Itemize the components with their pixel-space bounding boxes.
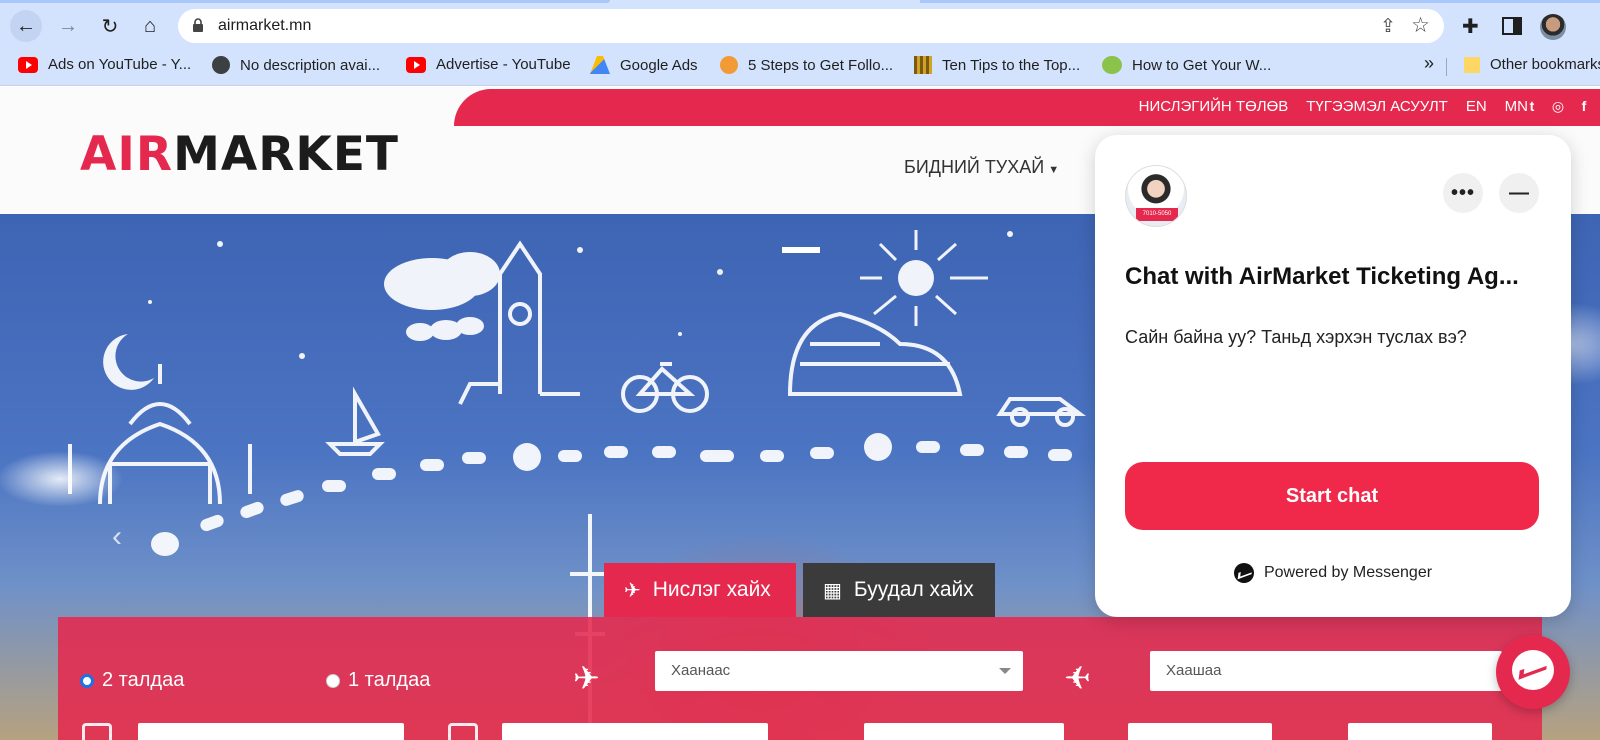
messenger-chat-widget: 7010-5050 ••• — Chat with AirMarket Tick… <box>1095 135 1571 617</box>
airplane-icon: ✈ <box>624 579 641 602</box>
return-date-input[interactable] <box>502 723 768 740</box>
top-bar: НИСЛЭГИЙН ТӨЛӨВ ТҮГЭЭМЭЛ АСУУЛТ EN MN t … <box>454 89 1600 126</box>
dropdown-arrow-icon <box>999 668 1011 674</box>
class-input[interactable] <box>1128 723 1272 740</box>
lang-en-link[interactable]: EN <box>1466 98 1487 115</box>
back-arrow-icon[interactable]: ← <box>10 10 42 42</box>
bookmark-item[interactable]: Advertise - YouTube <box>406 56 571 73</box>
bookmark-item[interactable]: Ads on YouTube - Y... <box>18 56 191 73</box>
tab-flight-search[interactable]: ✈ Нислэг хайх <box>604 563 796 617</box>
faq-link[interactable]: ТҮГЭЭМЭЛ АСУУЛТ <box>1306 98 1448 115</box>
nav-about[interactable]: БИДНИЙ ТУХАЙ ▼ <box>904 157 1059 178</box>
extensions-icon[interactable]: ✚ <box>1462 14 1479 39</box>
bookmark-item[interactable]: Google Ads <box>590 56 698 74</box>
bookmark-item[interactable]: No description avai... <box>212 56 380 74</box>
from-select[interactable]: Хаанаас <box>655 651 1023 691</box>
bookmark-label: How to Get Your W... <box>1132 56 1272 74</box>
bookmarks-divider <box>1446 58 1447 76</box>
bookmark-item[interactable]: Ten Tips to the Top... <box>914 56 1080 74</box>
instagram-icon[interactable]: ◎ <box>1550 98 1566 115</box>
bookmark-label: No description avai... <box>240 56 381 74</box>
other-bookmarks-label: Other bookmarks <box>1490 56 1600 73</box>
share-icon[interactable]: ⇪ <box>1380 15 1396 38</box>
bookmark-item[interactable]: 5 Steps to Get Follo... <box>720 56 893 74</box>
slider-prev-icon[interactable]: ‹ <box>112 520 122 554</box>
radio-selected-icon <box>80 673 94 688</box>
bookmark-label: Ten Tips to the Top... <box>942 56 1081 74</box>
bookmark-item[interactable]: How to Get Your W... <box>1102 56 1271 74</box>
site-icon <box>720 56 738 74</box>
tab-hotel-search-label: Буудал хайх <box>853 578 974 601</box>
tab-flight-search-label: Нислэг хайх <box>652 578 771 601</box>
messenger-icon <box>1233 563 1254 583</box>
browser-toolbar: ← → ↻ ⌂ airmarket.mn ⇪ ☆ ✚ <box>0 6 1600 46</box>
url-text[interactable]: airmarket.mn <box>218 17 311 35</box>
powered-by-messenger: Powered by Messenger <box>1095 563 1571 583</box>
more-options-button[interactable]: ••• <box>1443 173 1483 213</box>
departure-date-input[interactable] <box>138 723 404 740</box>
flight-status-link[interactable]: НИСЛЭГИЙН ТӨЛӨВ <box>1139 98 1289 115</box>
flight-search-panel: 2 талдаа 1 талдаа ✈ Хаанаас ✈ Хаашаа <box>58 617 1542 740</box>
reload-icon[interactable]: ↻ <box>94 10 126 42</box>
messenger-launcher-button[interactable] <box>1496 635 1570 709</box>
departure-plane-icon: ✈ <box>573 660 600 696</box>
profile-avatar[interactable] <box>1540 14 1566 40</box>
folder-icon <box>1464 56 1480 73</box>
tab-hotel-search[interactable]: ▦ Буудал хайх <box>803 563 995 617</box>
hotel-icon: ▦ <box>823 579 842 602</box>
radio-unselected-icon <box>326 673 340 688</box>
round-trip-radio[interactable]: 2 талдаа <box>80 669 184 692</box>
youtube-icon <box>18 56 38 73</box>
bookmark-label: Google Ads <box>620 56 698 74</box>
home-icon[interactable]: ⌂ <box>134 10 166 42</box>
chat-greeting: Сайн байна уу? Таньд хэрхэн туслах вэ? <box>1125 327 1467 347</box>
forward-arrow-icon[interactable]: → <box>52 10 84 42</box>
side-panel-icon[interactable] <box>1502 17 1522 35</box>
facebook-icon[interactable]: f <box>1576 98 1592 115</box>
extra-input[interactable] <box>1348 723 1492 740</box>
site-icon <box>1102 56 1122 74</box>
google-ads-icon <box>590 56 610 74</box>
start-chat-button[interactable]: Start chat <box>1125 462 1539 530</box>
calendar-icon <box>82 723 112 740</box>
twitter-icon[interactable]: t <box>1524 98 1540 115</box>
page-avatar: 7010-5050 <box>1125 165 1187 227</box>
bookmarks-overflow-icon[interactable]: » <box>1424 53 1434 74</box>
youtube-icon <box>406 56 426 73</box>
slider-indicator[interactable] <box>782 247 820 253</box>
bookmark-label: Ads on YouTube - Y... <box>48 56 192 73</box>
address-bar[interactable]: airmarket.mn ⇪ ☆ <box>178 9 1444 43</box>
bookmark-label: Advertise - YouTube <box>436 56 571 73</box>
lock-icon[interactable] <box>192 18 204 32</box>
caret-down-icon: ▼ <box>1048 164 1060 176</box>
passenger-input[interactable] <box>864 723 1064 740</box>
site-icon <box>914 56 932 74</box>
bookmark-label: 5 Steps to Get Follo... <box>748 56 894 74</box>
globe-icon <box>212 56 230 74</box>
bookmarks-bar: Ads on YouTube - Y... No description ava… <box>0 46 1600 86</box>
to-select[interactable]: Хаашаа <box>1150 651 1502 691</box>
chat-title: Chat with AirMarket Ticketing Ag... <box>1125 263 1519 290</box>
calendar-icon <box>448 723 478 740</box>
other-bookmarks[interactable]: Other bookmarks <box>1464 56 1600 73</box>
site-logo[interactable]: AIRMARKET <box>80 127 399 182</box>
arrival-plane-icon: ✈ <box>1064 660 1091 696</box>
bookmark-star-icon[interactable]: ☆ <box>1411 13 1430 38</box>
minimize-button[interactable]: — <box>1499 173 1539 213</box>
one-way-radio[interactable]: 1 талдаа <box>326 669 430 692</box>
